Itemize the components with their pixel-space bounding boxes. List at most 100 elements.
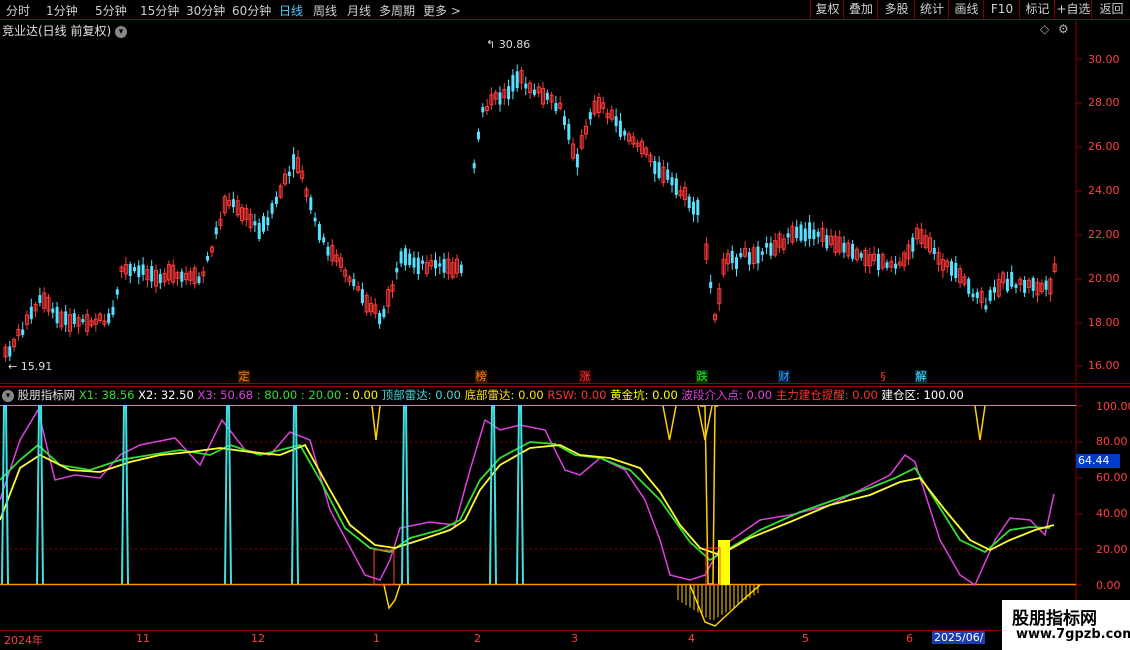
candle-body [111, 306, 115, 315]
top-radar-spike [516, 405, 524, 585]
candle-body [1014, 284, 1018, 288]
price-tick: 28.00 [1088, 96, 1120, 109]
watermark-url: www.7gpzb.com [1016, 627, 1130, 642]
candle-body [911, 237, 915, 252]
chevron-down-icon[interactable]: ▾ [115, 25, 128, 38]
candle-body [158, 274, 162, 284]
time-tick: 12 [251, 632, 265, 645]
candle-body [851, 243, 855, 259]
indicator-build-zone: 建仓区: 100.00 [881, 388, 964, 402]
indicator-line-x2 [0, 443, 1055, 556]
chevron-down-icon[interactable]: ▾ [2, 389, 14, 402]
candle-body [554, 103, 558, 112]
indicator-name: 股朋指标网 [17, 388, 76, 402]
candle-body [932, 247, 936, 254]
candle-body [416, 257, 420, 275]
candle-body [257, 222, 261, 239]
diamond-icon[interactable]: ◇ [1040, 22, 1049, 36]
high-price-label: ↰ 30.86 [486, 38, 531, 51]
bottom-radar-dip [371, 405, 381, 441]
indicator-series [0, 405, 1055, 627]
candle-body [64, 311, 68, 325]
candle-body [51, 308, 55, 313]
time-tick: 3 [571, 632, 578, 645]
candle-body [507, 86, 511, 100]
candle-body [674, 178, 678, 195]
price-tick: 18.00 [1088, 316, 1120, 329]
indicator-line-x3 [0, 408, 1055, 587]
main-pane-title: 竞业达(日线 前复权) ▾ [2, 22, 128, 39]
stock-title: 竞业达(日线 前复权) [2, 24, 112, 38]
candlestick-series [3, 64, 1057, 362]
candle-body [709, 281, 713, 289]
candle-body [747, 252, 751, 265]
indicator-header: ▾ 股朋指标网 X1: 38.56 X2: 32.50 X3: 50.68 : … [2, 387, 964, 403]
candle-body [206, 256, 210, 261]
candle-body [795, 226, 799, 239]
candle-body [511, 74, 515, 92]
indicator-x2: X2: 32.50 [138, 388, 194, 402]
candle-body [812, 229, 816, 240]
indicator-tick: 80.00 [1096, 435, 1128, 448]
candle-body [567, 123, 571, 140]
candle-body [322, 237, 326, 243]
candle-body [231, 199, 235, 208]
candle-body [459, 264, 463, 273]
settings-gear-icon[interactable]: ⚙ [1058, 22, 1069, 36]
candle-body [670, 177, 674, 186]
time-tick: 4 [688, 632, 695, 645]
candle-body [115, 289, 119, 295]
candle-body [498, 92, 502, 105]
candle-body [21, 329, 25, 335]
marker-zhang[interactable]: 涨 [579, 370, 591, 383]
candle-body [532, 89, 536, 95]
candle-body [313, 217, 317, 222]
candle-body [993, 287, 996, 293]
candle-body [399, 251, 403, 264]
candle-body [266, 217, 270, 226]
candle-body [360, 289, 364, 304]
bottom-radar-dip [662, 405, 677, 441]
candle-body [799, 224, 803, 241]
candle-body [575, 154, 579, 168]
candle-body [950, 261, 953, 276]
candle-body [412, 257, 416, 268]
kline-chart-canvas[interactable] [0, 0, 1130, 650]
candle-body [378, 312, 382, 325]
candle-body [309, 197, 313, 211]
candle-body [382, 308, 386, 318]
candle-body [988, 289, 992, 301]
marker-section[interactable]: § [878, 370, 888, 383]
marker-die[interactable]: 跌 [696, 370, 708, 383]
candle-body [421, 260, 425, 264]
candle-body [434, 259, 437, 269]
candle-body [735, 257, 738, 270]
candle-body [1010, 272, 1014, 287]
watermark: 股朋指标网 www.7gpzb.com [1002, 600, 1130, 650]
candle-body [408, 253, 412, 266]
candle-body [128, 263, 132, 276]
top-radar-spike [401, 405, 409, 585]
candle-body [214, 227, 218, 235]
current-value-badge: 64.44 [1076, 454, 1120, 468]
candle-body [133, 267, 136, 272]
indicator-band-entry: 波段介入点: 0.00 [681, 388, 773, 402]
candle-body [692, 201, 695, 215]
candle-body [137, 265, 141, 277]
candle-body [563, 116, 566, 126]
indicator-line-20: : 20.00 [300, 388, 342, 402]
marker-jie[interactable]: 解 [915, 370, 927, 383]
marker-cai[interactable]: 财 [778, 370, 790, 383]
candle-body [739, 252, 743, 257]
candle-body [816, 231, 820, 237]
candle-body [253, 221, 257, 226]
candle-body [8, 346, 12, 357]
marker-ding[interactable]: 定 [238, 370, 250, 383]
marker-bang[interactable]: 榜 [475, 370, 487, 383]
indicator-bottom-radar: 底部雷达: 0.00 [464, 388, 544, 402]
indicator-line-0: : 0.00 [344, 388, 379, 402]
candle-body [274, 196, 278, 205]
indicator-golden-pit: 黄金坑: 0.00 [610, 388, 678, 402]
candle-body [107, 313, 111, 324]
candle-body [786, 233, 790, 238]
